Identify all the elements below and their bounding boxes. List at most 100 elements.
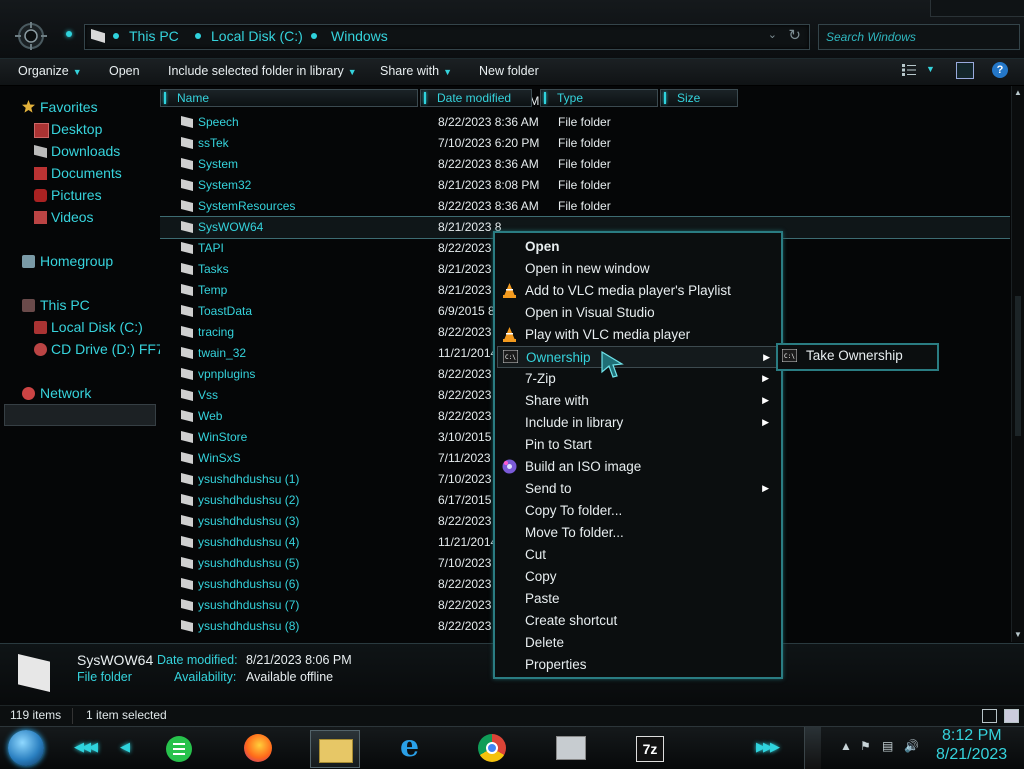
folder-icon: [181, 326, 193, 338]
folder-icon: [181, 284, 193, 296]
clock-date[interactable]: 8/21/2023: [936, 746, 1007, 764]
folder-icon: [181, 263, 193, 275]
menu-item-open-in-new-window[interactable]: Open in new window: [497, 258, 777, 280]
open-button[interactable]: Open: [109, 64, 140, 78]
menu-item-include-in-library[interactable]: Include in library ▶: [497, 412, 777, 434]
file-row[interactable]: SystemResources 8/22/2023 8:36 AM File fol…: [160, 196, 1010, 217]
nav-favorites[interactable]: Favorites: [40, 99, 98, 115]
file-row[interactable]: ssTek 7/10/2023 6:20 PM File folder: [160, 133, 1010, 154]
file-row[interactable]: System 8/22/2023 8:36 AM File folder: [160, 154, 1010, 175]
column-type[interactable]: Type: [540, 89, 658, 107]
file-type: File folder: [558, 178, 611, 192]
share-with-button[interactable]: Share with ▼: [380, 64, 452, 78]
menu-item-share-with[interactable]: Share with ▶: [497, 390, 777, 412]
file-name: ysushdhdushsu (2): [198, 493, 300, 507]
nav-this-pc[interactable]: This PC: [40, 297, 90, 313]
nav-downloads[interactable]: Downloads: [51, 143, 120, 159]
column-date-modified[interactable]: Date modified: [420, 89, 532, 107]
details-view-icon[interactable]: [982, 709, 997, 723]
nav-local-disk[interactable]: Local Disk (C:): [51, 319, 143, 335]
menu-item-label: Pin to Start: [525, 437, 592, 452]
menu-item-pin-to-start[interactable]: Pin to Start: [497, 434, 777, 456]
back-forward-orb-icon[interactable]: [12, 20, 50, 52]
breadcrumb-this-pc[interactable]: This PC: [129, 28, 179, 44]
nav-desktop[interactable]: Desktop: [51, 121, 102, 137]
file-date: 8/22/2023 8:36 AM: [438, 199, 539, 213]
tray-expand-icon[interactable]: ▲: [840, 739, 852, 753]
clock-time[interactable]: 8:12 PM: [942, 727, 1002, 745]
menu-item-open-in-visual-studio[interactable]: Open in Visual Studio: [497, 302, 777, 324]
menu-item-label: Move To folder...: [525, 525, 624, 540]
chevron-down-icon[interactable]: ⌄: [768, 28, 777, 41]
menu-item-copy-to-folder[interactable]: Copy To folder...: [497, 500, 777, 522]
navigation-pane: Favorites Desktop Downloads Documents Pi…: [0, 86, 174, 642]
chrome-icon[interactable]: [468, 730, 516, 766]
large-icons-view-icon[interactable]: [1004, 709, 1019, 723]
7zip-icon[interactable]: 7z: [624, 730, 672, 766]
show-desktop-button[interactable]: [804, 727, 821, 769]
vertical-scrollbar[interactable]: ▲ ▼: [1011, 86, 1024, 642]
window-controls[interactable]: [930, 0, 1024, 17]
menu-item-open[interactable]: Open: [497, 236, 777, 258]
scroll-down-icon[interactable]: ▼: [1014, 630, 1022, 639]
refresh-icon[interactable]: ↻: [788, 26, 801, 44]
internet-explorer-icon[interactable]: e: [390, 730, 438, 766]
file-manager-green-icon[interactable]: [154, 730, 202, 766]
scrollbar-thumb[interactable]: [1015, 296, 1021, 436]
start-button[interactable]: [8, 730, 44, 766]
change-view-icon[interactable]: [902, 64, 916, 76]
nav-cd-drive[interactable]: CD Drive (D:) FF7D: [51, 341, 174, 357]
menu-item-move-to-folder[interactable]: Move To folder...: [497, 522, 777, 544]
help-icon[interactable]: ?: [992, 62, 1008, 78]
file-name: ysushdhdushsu (5): [198, 556, 300, 570]
menu-item-send-to[interactable]: Send to ▶: [497, 478, 777, 500]
cmd-icon: C:\: [502, 349, 519, 365]
file-explorer-icon[interactable]: [310, 730, 360, 768]
nav-pictures[interactable]: Pictures: [51, 187, 102, 203]
firefox-icon[interactable]: [234, 730, 282, 766]
column-size[interactable]: Size: [660, 89, 738, 107]
chevron-down-icon: ▼: [72, 67, 82, 77]
nav-network[interactable]: Network: [40, 385, 91, 401]
file-row[interactable]: Speech 8/22/2023 8:36 AM File folder: [160, 112, 1010, 133]
menu-item-create-shortcut[interactable]: Create shortcut: [497, 610, 777, 632]
system-monitor-icon[interactable]: [546, 730, 594, 766]
menu-item-cut[interactable]: Cut: [497, 544, 777, 566]
file-name: WinSxS: [198, 451, 241, 465]
menu-item-7-zip[interactable]: 7-Zip ▶: [497, 368, 777, 390]
menu-item-copy[interactable]: Copy: [497, 566, 777, 588]
volume-icon[interactable]: 🔊: [904, 739, 919, 753]
file-row[interactable]: System32 8/21/2023 8:08 PM File folder: [160, 175, 1010, 196]
file-name: Web: [198, 409, 223, 423]
nav-videos[interactable]: Videos: [51, 209, 94, 225]
folder-icon: [181, 557, 193, 569]
share-label: Share with: [380, 64, 440, 78]
nav-documents[interactable]: Documents: [51, 165, 122, 181]
menu-item-delete[interactable]: Delete: [497, 632, 777, 654]
file-name: tracing: [198, 325, 235, 339]
menu-item-play-with-vlc-media-player[interactable]: Play with VLC media player: [497, 324, 777, 346]
take-ownership-item[interactable]: Take Ownership: [806, 348, 903, 363]
menu-item-build-an-iso-image[interactable]: Build an ISO image: [497, 456, 777, 478]
address-input[interactable]: This PC Local Disk (C:) Windows ⌄ ↻: [84, 24, 810, 50]
include-in-library-button[interactable]: Include selected folder in library ▼: [168, 64, 357, 78]
menu-item-paste[interactable]: Paste: [497, 588, 777, 610]
organize-button[interactable]: Organize ▼: [18, 64, 82, 78]
nav-homegroup[interactable]: Homegroup: [40, 253, 113, 269]
menu-item-properties[interactable]: Properties: [497, 654, 777, 676]
view-options-chevron-icon[interactable]: ▼: [926, 64, 935, 74]
file-name: ysushdhdushsu (4): [198, 535, 300, 549]
file-type: File folder: [558, 115, 611, 129]
search-input[interactable]: Search Windows: [818, 24, 1020, 50]
network-tray-icon[interactable]: ▤: [882, 739, 893, 753]
breadcrumb-windows[interactable]: Windows: [331, 28, 388, 44]
menu-item-add-to-vlc-media-player-s-playlist[interactable]: Add to VLC media player's Playlist: [497, 280, 777, 302]
scroll-up-icon[interactable]: ▲: [1014, 88, 1022, 97]
action-center-flag-icon[interactable]: ⚑: [860, 739, 871, 753]
breadcrumb-local-disk[interactable]: Local Disk (C:): [211, 28, 303, 44]
preview-pane-icon[interactable]: [956, 62, 974, 79]
recent-pages-dot[interactable]: [66, 31, 72, 37]
new-folder-button[interactable]: New folder: [479, 64, 539, 78]
column-name[interactable]: Name: [160, 89, 418, 107]
menu-item-ownership[interactable]: C:\ Ownership ▶: [497, 346, 779, 368]
